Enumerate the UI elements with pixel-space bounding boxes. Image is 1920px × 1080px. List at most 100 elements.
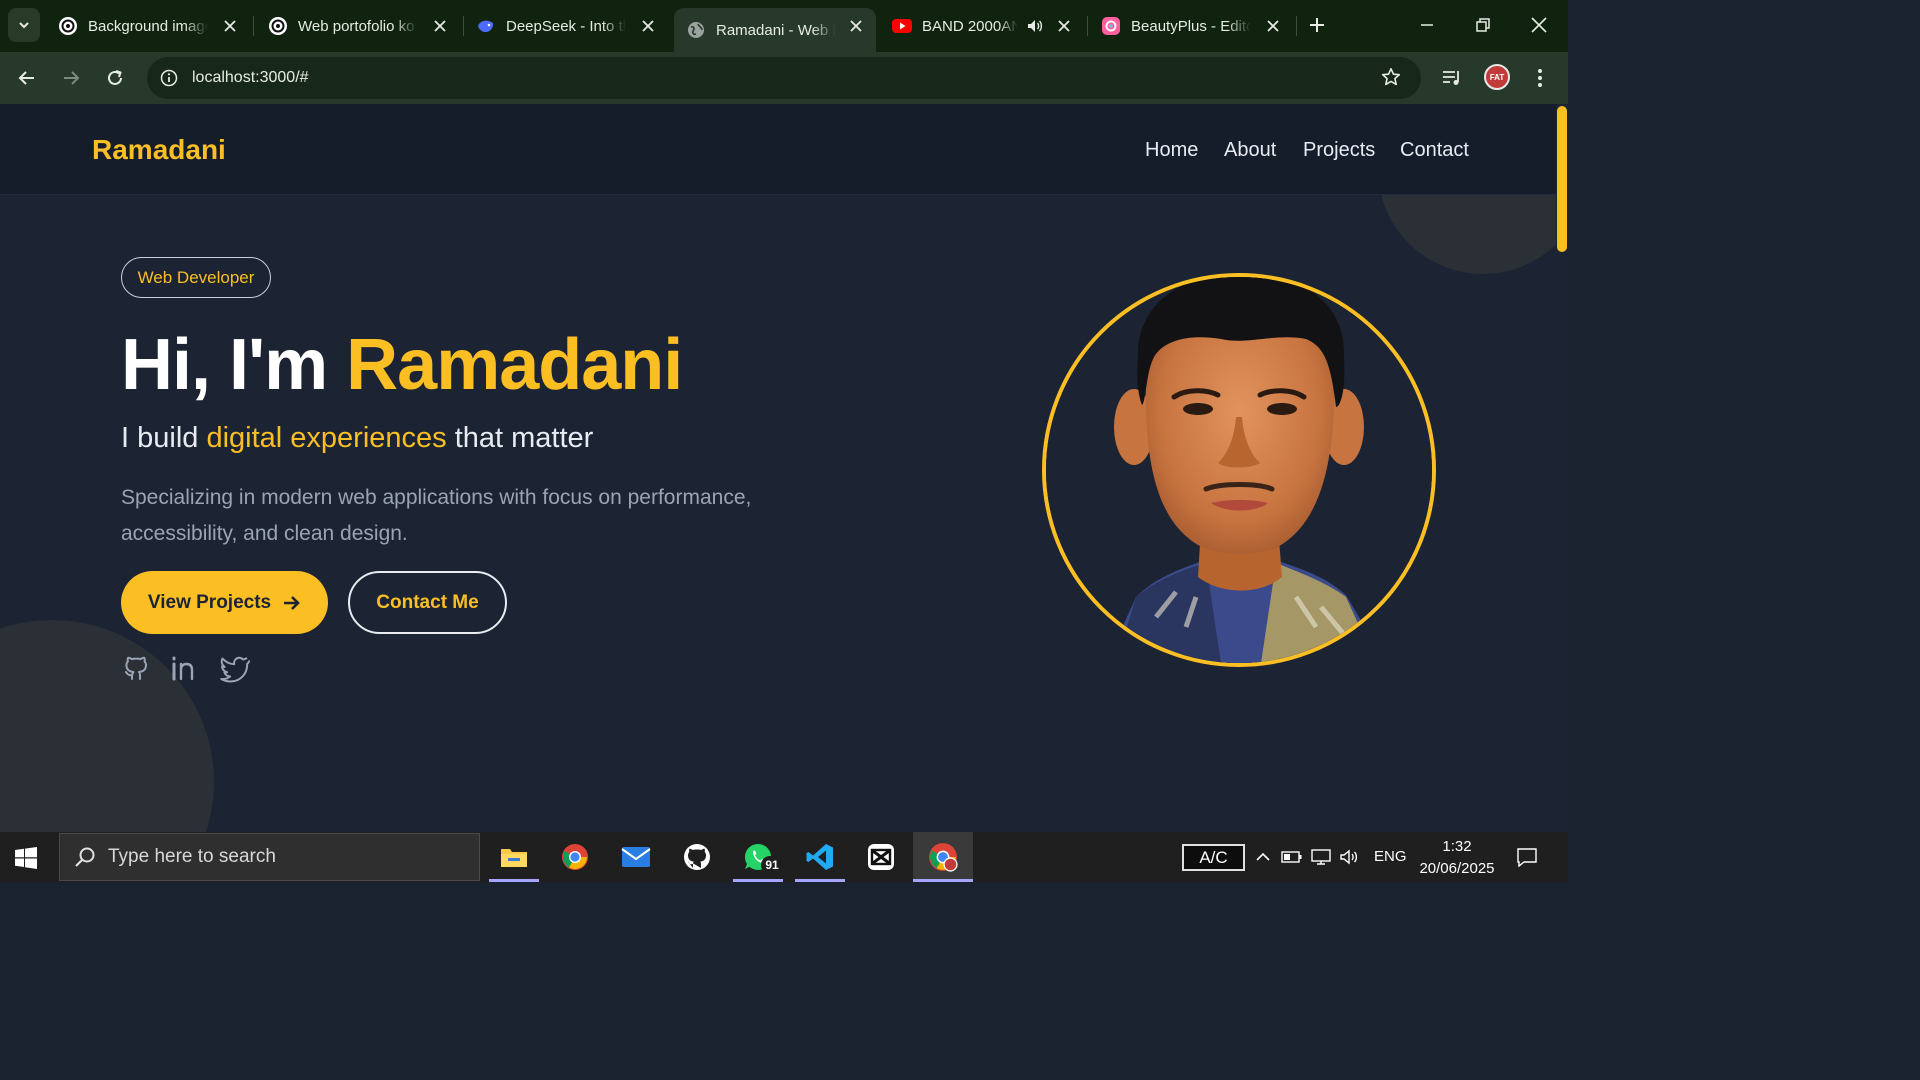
tab-divider — [1087, 16, 1088, 36]
bookmark-star-icon[interactable] — [1381, 67, 1401, 92]
site-info-icon[interactable] — [159, 68, 179, 88]
restore-icon — [1476, 18, 1490, 32]
notification-center-icon[interactable] — [1516, 846, 1538, 868]
beautyplus-icon — [1101, 16, 1121, 36]
reload-button[interactable] — [99, 62, 131, 94]
clock-date: 20/06/2025 — [1419, 860, 1495, 877]
minimize-icon — [1421, 24, 1433, 26]
role-badge: Web Developer — [121, 257, 271, 298]
hero-description-line: Specializing in modern web applications … — [121, 486, 752, 509]
hero-subtitle: I build digital experiences that matter — [121, 422, 593, 455]
globe-icon — [686, 20, 706, 40]
nav-link-about[interactable]: About — [1224, 139, 1276, 162]
hero-subtitle-suffix: that matter — [446, 422, 594, 454]
capcut-icon[interactable] — [856, 832, 906, 882]
tab-title: DeepSeek - Into th — [506, 17, 626, 35]
tab-title: Background image — [88, 17, 208, 35]
youtube-icon — [892, 16, 912, 36]
chrome-profile-icon[interactable] — [913, 832, 973, 882]
browser-tab[interactable]: Background image — [46, 8, 250, 44]
language-indicator[interactable]: ENG — [1374, 848, 1407, 865]
hero-description-line: accessibility, and clean design. — [121, 522, 408, 545]
volume-icon[interactable] — [1339, 846, 1361, 868]
browser-tab[interactable]: DeepSeek - Into th — [464, 8, 668, 44]
arrow-right-icon — [284, 595, 300, 610]
browser-tab[interactable]: BAND 2000AN — [880, 8, 1084, 44]
hero-subtitle-highlight: digital experiences — [206, 422, 447, 454]
chevron-down-icon — [19, 22, 29, 29]
address-bar[interactable]: localhost:3000/# — [147, 57, 1421, 99]
restore-button[interactable] — [1468, 10, 1498, 40]
close-tab-icon[interactable] — [1263, 16, 1283, 36]
hero-subtitle-prefix: I build — [121, 422, 207, 454]
close-tab-icon[interactable] — [638, 16, 658, 36]
chrome-icon[interactable] — [550, 832, 600, 882]
minimize-button[interactable] — [1412, 10, 1442, 40]
more-menu-icon[interactable] — [1526, 64, 1554, 92]
tab-divider — [1296, 16, 1297, 36]
close-tab-icon[interactable] — [1054, 16, 1074, 36]
hero-description: Specializing in modern web applications … — [121, 480, 801, 552]
site-logo[interactable]: Ramadani — [92, 134, 226, 166]
vscode-icon[interactable] — [795, 832, 845, 882]
close-tab-icon[interactable] — [846, 16, 866, 36]
linkedin-icon[interactable] — [169, 652, 201, 684]
hero-title-name: Ramadani — [346, 325, 683, 405]
browser-toolbar: localhost:3000/# — [0, 52, 1568, 104]
view-projects-button[interactable]: View Projects — [121, 571, 328, 634]
back-button[interactable] — [11, 62, 43, 94]
browser-tab-active[interactable]: Ramadani - Web D — [674, 8, 876, 52]
whatsapp-icon[interactable]: 91 — [733, 832, 783, 882]
contact-me-button[interactable]: Contact Me — [348, 571, 507, 634]
reload-icon — [108, 70, 122, 85]
media-control-icon[interactable] — [1438, 64, 1466, 92]
speaker-icon[interactable] — [1026, 17, 1044, 39]
network-icon[interactable] — [1310, 846, 1332, 868]
nav-link-contact[interactable]: Contact — [1400, 139, 1469, 162]
mail-icon[interactable] — [611, 832, 661, 882]
scrollbar-thumb[interactable] — [1557, 106, 1567, 252]
notification-badge: 91 — [761, 856, 783, 874]
browser-tab[interactable]: BeautyPlus - Editor — [1089, 8, 1293, 44]
ac-indicator[interactable]: A/C — [1182, 844, 1245, 871]
taskbar-search-placeholder: Type here to search — [108, 846, 276, 867]
browser-tab[interactable]: Web portofolio ko — [256, 8, 460, 44]
github-desktop-icon[interactable] — [672, 832, 722, 882]
tab-divider — [253, 16, 254, 36]
nav-link-home[interactable]: Home — [1145, 139, 1198, 162]
search-icon — [74, 846, 96, 868]
windows-start-icon[interactable] — [14, 846, 38, 875]
profile-avatar[interactable]: FAT — [1484, 64, 1510, 90]
chevron-up-icon[interactable] — [1252, 846, 1274, 868]
forward-button[interactable] — [55, 62, 87, 94]
close-tab-icon[interactable] — [430, 16, 450, 36]
browser-tab-bar: Background image Web portofolio ko DeepS… — [0, 0, 1568, 52]
plus-icon — [1310, 18, 1324, 32]
arrow-right-icon — [64, 71, 80, 85]
hero-title: Hi, I'm Ramadani — [121, 324, 683, 406]
tab-search-button[interactable] — [8, 8, 40, 42]
close-window-button[interactable] — [1524, 10, 1554, 40]
chatgpt-icon — [268, 16, 288, 36]
new-tab-button[interactable] — [1302, 10, 1332, 40]
hero-title-prefix: Hi, I'm — [121, 325, 347, 405]
close-tab-icon[interactable] — [220, 16, 240, 36]
arrow-left-icon — [18, 71, 34, 85]
deepseek-icon — [476, 16, 496, 36]
profile-photo — [1042, 273, 1436, 667]
taskbar-search-box[interactable]: Type here to search — [59, 833, 480, 881]
close-icon — [1531, 17, 1547, 33]
chatgpt-icon — [58, 16, 78, 36]
clock-time: 1:32 — [1442, 838, 1472, 855]
github-icon[interactable] — [120, 652, 152, 684]
battery-icon[interactable] — [1281, 846, 1303, 868]
tab-title: BeautyPlus - Editor — [1131, 17, 1251, 35]
url-text[interactable]: localhost:3000/# — [192, 69, 309, 87]
file-explorer-icon[interactable] — [489, 832, 539, 882]
nav-link-projects[interactable]: Projects — [1303, 139, 1375, 162]
web-page: Ramadani Home About Projects Contact Web… — [0, 104, 1556, 832]
tab-title: Ramadani - Web D — [716, 21, 836, 39]
taskbar-clock[interactable]: 1:32 20/06/2025 — [1412, 836, 1502, 880]
site-navbar: Ramadani Home About Projects Contact — [0, 104, 1556, 195]
twitter-icon[interactable] — [218, 652, 250, 684]
